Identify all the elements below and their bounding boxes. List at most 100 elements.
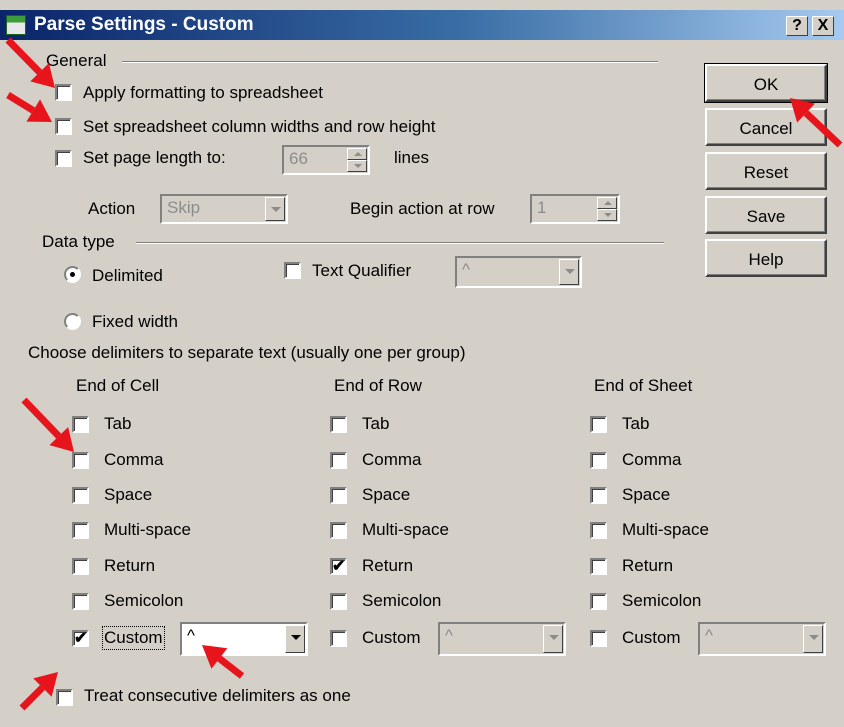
chevron-down-icon[interactable]	[285, 625, 305, 653]
delimiter-checkbox-custom[interactable]: ✔	[72, 630, 89, 647]
delimiter-checkbox-semicolon[interactable]	[72, 593, 89, 610]
delimiter-label: Return	[104, 556, 156, 575]
delimited-radio[interactable]	[64, 266, 81, 283]
custom-delimiter-dropdown[interactable]: ^	[698, 622, 826, 656]
chevron-down-icon[interactable]	[543, 625, 563, 653]
delimiter-label: Space	[104, 485, 153, 504]
save-button[interactable]: Save	[705, 196, 827, 234]
check-mark-icon: ✔	[74, 630, 88, 647]
chevron-down-icon[interactable]	[803, 625, 823, 653]
page-length-spin-buttons[interactable]	[347, 148, 367, 172]
cancel-button[interactable]: Cancel	[705, 108, 827, 146]
delimiter-label: Custom	[362, 628, 421, 647]
delimiter-label: Return	[362, 556, 414, 575]
delimiter-column-header: End of Row	[334, 376, 422, 395]
set-column-widths-label: Set spreadsheet column widths and row he…	[83, 117, 436, 136]
action-value: Skip	[167, 198, 201, 217]
custom-delimiter-dropdown[interactable]: ^	[438, 622, 566, 656]
delimiter-checkbox-comma[interactable]	[590, 452, 607, 469]
delimiter-label: Semicolon	[622, 591, 702, 610]
delimiter-label: Tab	[362, 414, 390, 433]
delimiter-label: Tab	[622, 414, 650, 433]
radio-selected-dot	[70, 272, 75, 277]
delimiter-checkbox-semicolon[interactable]	[330, 593, 347, 610]
set-page-length-label: Set page length to:	[83, 148, 226, 167]
set-column-widths-checkbox[interactable]	[55, 118, 72, 135]
red-arrow-icon	[6, 92, 36, 114]
spin-down-icon[interactable]	[597, 209, 617, 221]
data-type-group-line	[136, 242, 664, 244]
red-arrow-head-icon	[33, 672, 58, 697]
apply-formatting-checkbox[interactable]	[55, 84, 72, 101]
spin-up-icon[interactable]	[597, 197, 617, 209]
begin-action-value: 1	[537, 198, 547, 217]
close-button[interactable]: X	[812, 16, 834, 36]
delimiter-checkbox-multi-space[interactable]	[590, 522, 607, 539]
text-qualifier-dropdown[interactable]: ^	[455, 256, 582, 288]
delimiter-label: Comma	[362, 450, 422, 469]
chevron-down-icon[interactable]	[559, 259, 579, 285]
apply-formatting-label: Apply formatting to spreadsheet	[83, 83, 324, 102]
spin-up-icon[interactable]	[347, 148, 367, 160]
general-group-line	[122, 61, 658, 63]
delimiter-checkbox-custom[interactable]	[590, 630, 607, 647]
fixed-width-radio[interactable]	[64, 313, 81, 330]
delimiter-checkbox-multi-space[interactable]	[72, 522, 89, 539]
delimiter-label: Custom	[102, 626, 165, 650]
delimiter-label: Multi-space	[362, 520, 449, 539]
spin-down-icon[interactable]	[347, 160, 367, 172]
set-page-length-checkbox[interactable]	[55, 150, 72, 167]
ok-button[interactable]: OK	[704, 63, 828, 103]
delimiter-label: Multi-space	[622, 520, 709, 539]
begin-action-label: Begin action at row	[350, 199, 495, 218]
delimiter-checkbox-multi-space[interactable]	[330, 522, 347, 539]
delimiter-label: Custom	[622, 628, 681, 647]
title-bar: Parse Settings - Custom ? X	[0, 10, 844, 40]
delimiter-checkbox-tab[interactable]	[330, 416, 347, 433]
delimiter-checkbox-comma[interactable]	[330, 452, 347, 469]
delimiter-checkbox-space[interactable]	[330, 487, 347, 504]
chevron-down-icon[interactable]	[265, 197, 285, 221]
red-arrow-head-icon	[49, 427, 74, 452]
custom-delimiter-value: ^	[705, 626, 713, 645]
red-arrow-icon	[5, 37, 43, 75]
red-arrow-icon	[19, 685, 45, 711]
app-icon	[6, 15, 26, 35]
delimiter-checkbox-comma[interactable]	[72, 452, 89, 469]
delimiter-label: Return	[622, 556, 674, 575]
delimiter-checkbox-tab[interactable]	[72, 416, 89, 433]
text-qualifier-checkbox[interactable]	[284, 262, 301, 279]
general-group-label: General	[46, 51, 107, 70]
window-title: Parse Settings - Custom	[34, 14, 254, 35]
action-dropdown[interactable]: Skip	[160, 194, 288, 224]
delimiter-label: Tab	[104, 414, 132, 433]
lines-label: lines	[394, 148, 429, 167]
delimiter-checkbox-tab[interactable]	[590, 416, 607, 433]
treat-consecutive-checkbox[interactable]	[56, 689, 73, 706]
delimiter-checkbox-return[interactable]	[590, 558, 607, 575]
red-arrow-icon	[21, 397, 62, 439]
fixed-width-label: Fixed width	[92, 312, 178, 331]
reset-button[interactable]: Reset	[705, 152, 827, 190]
delimiter-checkbox-space[interactable]	[72, 487, 89, 504]
page-length-spinner[interactable]: 66	[282, 145, 370, 175]
custom-delimiter-dropdown[interactable]: ^	[180, 622, 308, 656]
delimiter-checkbox-return[interactable]	[72, 558, 89, 575]
delimiter-column-header: End of Cell	[76, 376, 160, 395]
begin-action-spinner[interactable]: 1	[530, 194, 620, 224]
delimiter-label: Semicolon	[104, 591, 184, 610]
treat-consecutive-label: Treat consecutive delimiters as one	[84, 686, 351, 705]
delimiter-checkbox-semicolon[interactable]	[590, 593, 607, 610]
delimiter-instruction: Choose delimiters to separate text (usua…	[28, 343, 466, 362]
help-caption-button[interactable]: ?	[786, 16, 808, 36]
text-qualifier-label: Text Qualifier	[312, 261, 412, 280]
action-label: Action	[88, 199, 136, 218]
begin-action-spin-buttons[interactable]	[597, 197, 617, 221]
help-button[interactable]: Help	[705, 239, 827, 277]
delimiter-checkbox-space[interactable]	[590, 487, 607, 504]
delimiter-checkbox-custom[interactable]	[330, 630, 347, 647]
delimiter-checkbox-return[interactable]: ✔	[330, 558, 347, 575]
custom-delimiter-value: ^	[445, 626, 453, 645]
data-type-group-label: Data type	[42, 232, 115, 251]
delimited-label: Delimited	[92, 266, 163, 285]
